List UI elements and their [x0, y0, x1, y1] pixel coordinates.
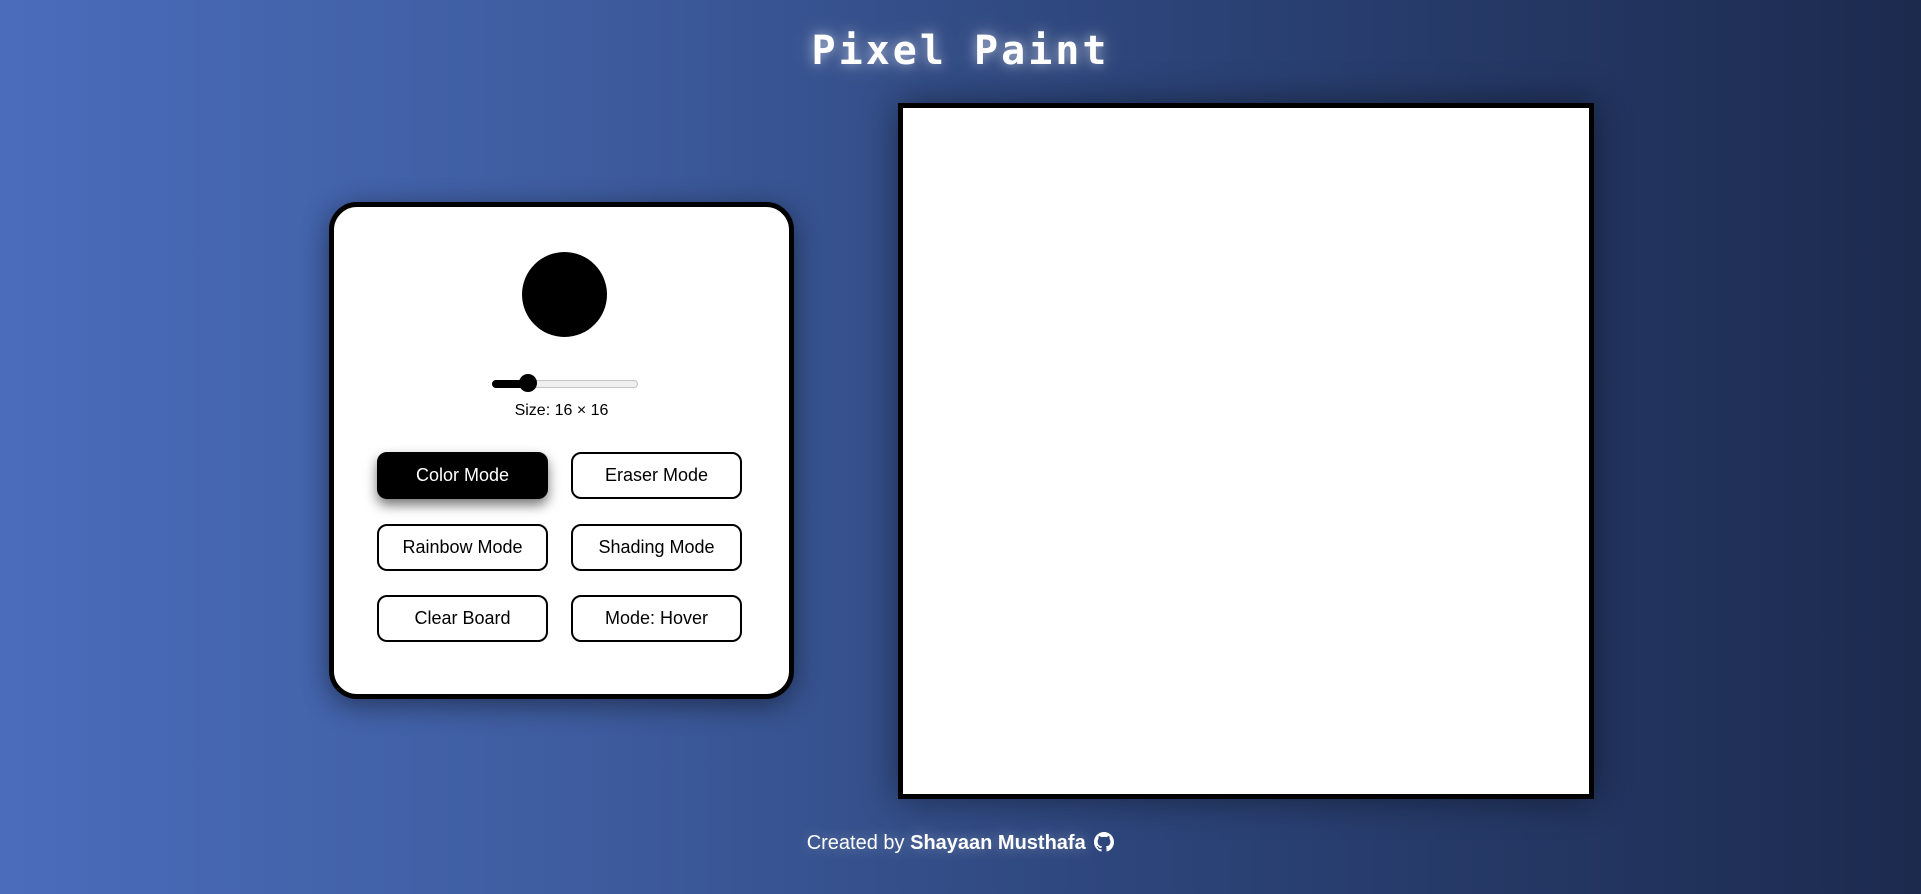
- github-icon[interactable]: [1094, 832, 1115, 852]
- app-title: Pixel Paint: [811, 28, 1110, 74]
- footer-prefix: Created by: [806, 832, 905, 854]
- draw-mode-toggle-button[interactable]: Mode: Hover: [571, 595, 742, 642]
- grid-size-label: Size: 16 × 16: [514, 402, 609, 419]
- shading-mode-button[interactable]: Shading Mode: [571, 524, 742, 571]
- author-link[interactable]: Shayaan Musthafa: [910, 832, 1086, 854]
- eraser-mode-button[interactable]: Eraser Mode: [571, 452, 742, 499]
- rainbow-mode-button[interactable]: Rainbow Mode: [377, 524, 548, 571]
- color-mode-button[interactable]: Color Mode: [377, 452, 548, 499]
- drawing-board[interactable]: [898, 103, 1594, 799]
- grid-size-slider[interactable]: [492, 374, 638, 392]
- footer: Created by Shayaan Musthafa: [0, 832, 1921, 855]
- color-picker[interactable]: [522, 252, 607, 337]
- clear-board-button[interactable]: Clear Board: [377, 595, 548, 642]
- controls-panel: Size: 16 × 16 Color Mode Eraser Mode Rai…: [329, 202, 794, 699]
- slider-thumb[interactable]: [519, 374, 537, 392]
